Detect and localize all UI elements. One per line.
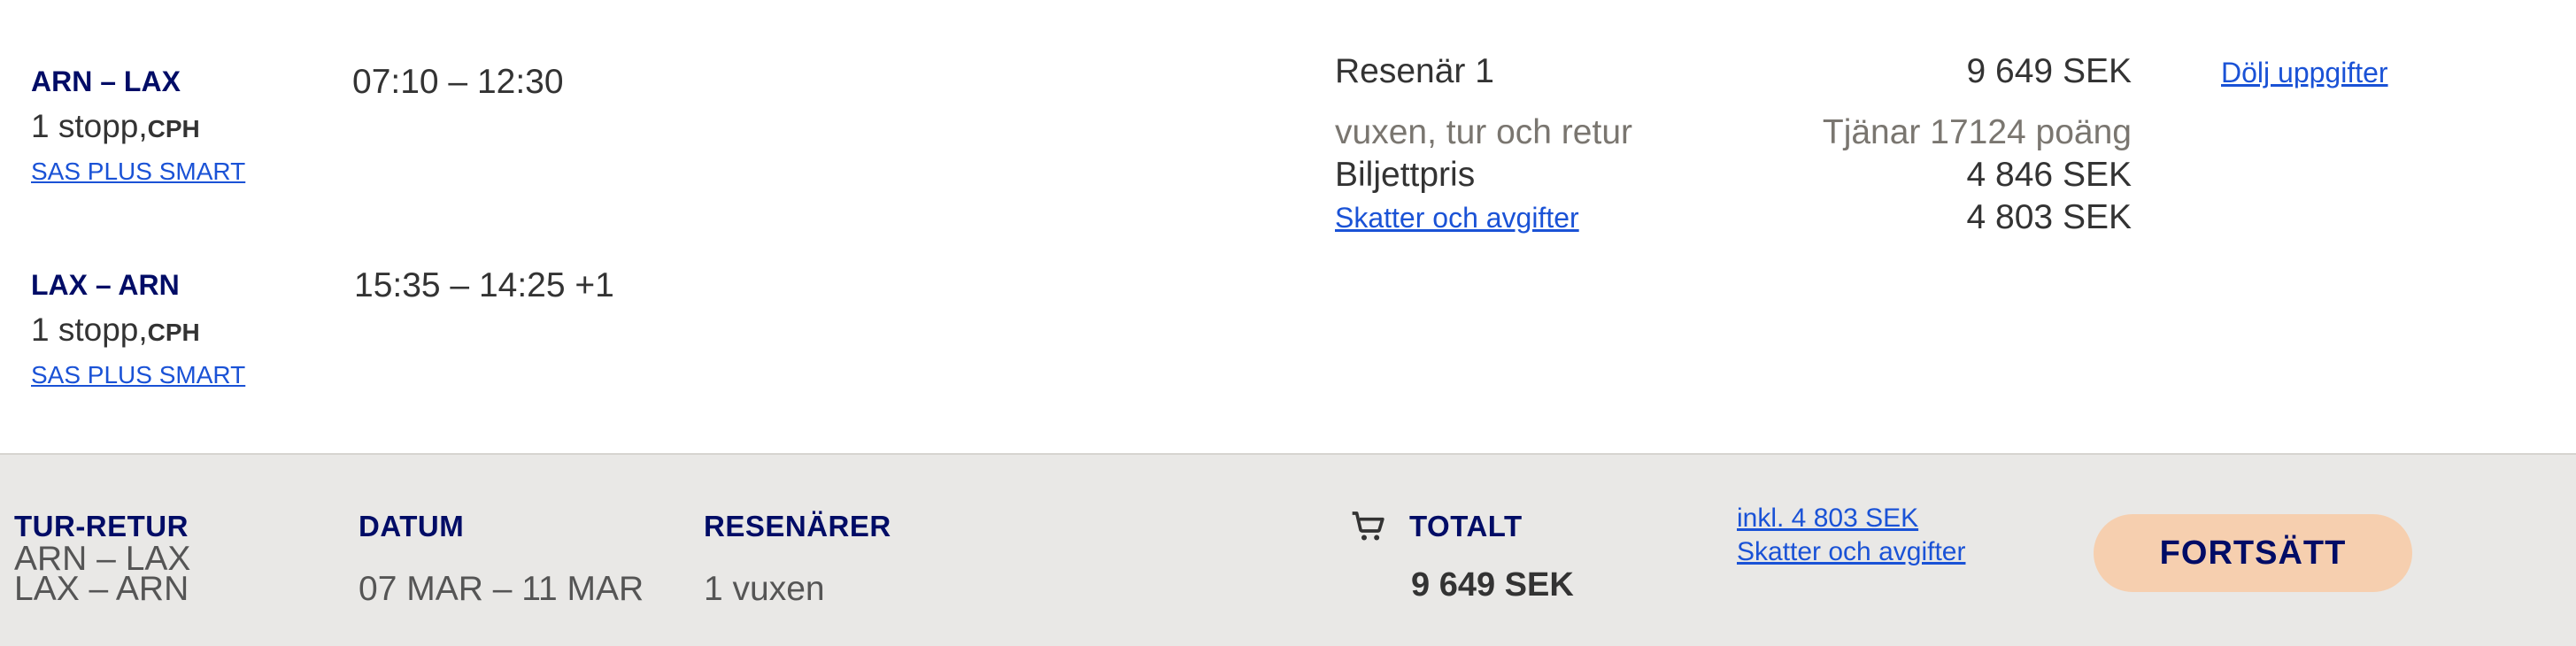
trip-type-label: TUR-RETUR [14, 510, 189, 542]
ticket-price-value: 4 846 SEK [1966, 156, 2132, 194]
passenger-type: vuxen, tur och retur [1335, 113, 1632, 151]
travellers-label: RESENÄRER [704, 510, 891, 542]
points-earned: Tjänar 17124 poäng [1822, 113, 2132, 151]
total-value: 9 649 SEK [1411, 566, 1574, 604]
passenger-title: Resenär 1 [1335, 52, 1494, 90]
total-label: TOTALT [1409, 510, 1523, 542]
incl-taxes-link[interactable]: inkl. 4 803 SEK [1737, 504, 1918, 534]
segment-stops-outbound: 1 stopp,CPH [31, 108, 200, 145]
travellers-value: 1 vuxen [704, 570, 825, 608]
passenger-total-price: 9 649 SEK [1966, 52, 2132, 90]
shopping-cart-icon [1352, 511, 1384, 541]
ticket-price-label: Biljettpris [1335, 156, 1476, 194]
stop-airport: CPH [147, 115, 200, 142]
fare-family-link-outbound[interactable]: SAS PLUS SMART [31, 158, 245, 186]
segment-route-return: LAX – ARN [31, 269, 180, 301]
segment-route-outbound: ARN – LAX [31, 65, 181, 97]
trip-route-back: LAX – ARN [14, 570, 189, 608]
hide-details-link[interactable]: Dölj uppgifter [2221, 57, 2388, 89]
fare-family-link-return[interactable]: SAS PLUS SMART [31, 361, 245, 389]
segment-time-outbound: 07:10 – 12:30 [352, 63, 564, 101]
booking-summary-bar: TUR-RETUR ARN – LAX LAX – ARN DATUM 07 M… [0, 453, 2576, 646]
continue-button[interactable]: FORTSÄTT [2094, 514, 2412, 592]
summary-taxes-link[interactable]: Skatter och avgifter [1737, 537, 1965, 567]
stops-label: 1 stopp, [31, 108, 148, 144]
segment-time-return: 15:35 – 14:25 +1 [354, 266, 614, 304]
date-label: DATUM [359, 510, 465, 542]
date-value: 07 MAR – 11 MAR [359, 570, 644, 608]
stop-airport: CPH [147, 319, 200, 346]
segment-stops-return: 1 stopp,CPH [31, 311, 200, 349]
stops-label: 1 stopp, [31, 311, 148, 348]
taxes-fees-value: 4 803 SEK [1966, 198, 2132, 236]
taxes-fees-link[interactable]: Skatter och avgifter [1335, 202, 1579, 235]
